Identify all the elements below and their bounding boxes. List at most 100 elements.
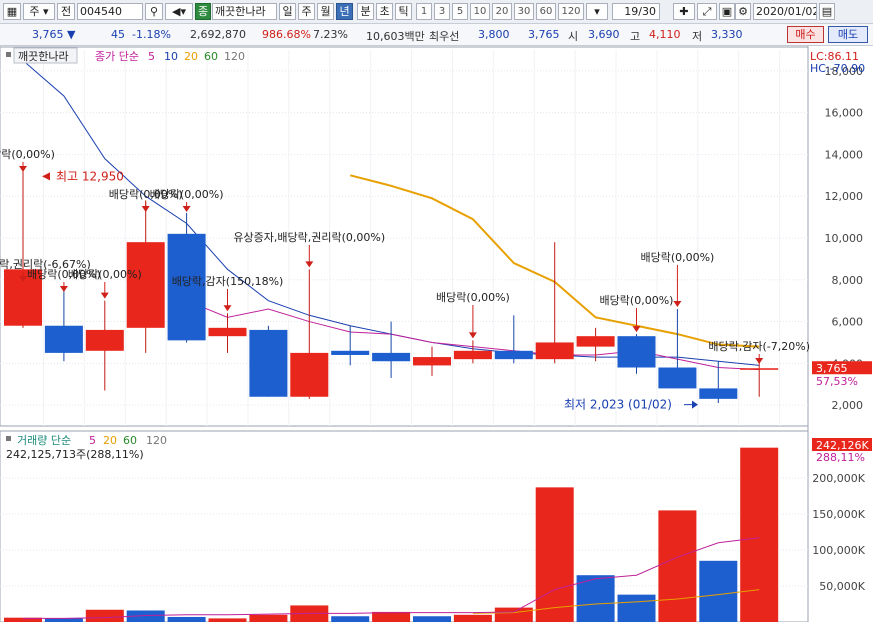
event-annotation: 배당락(0,00%) xyxy=(68,268,142,281)
sound-icon[interactable]: ◀▾ xyxy=(165,3,193,20)
best-quote-label: 최우선 xyxy=(429,30,460,43)
price-down-arrow-icon: ▼ xyxy=(67,28,76,41)
volume-bar xyxy=(167,616,206,622)
volume-bar xyxy=(617,594,656,622)
toolbar: ▦ 주 ▾ 전 004540 ⚲ ◀▾ 종 깨끗한나라 일 주 월 년 분 초 … xyxy=(0,0,873,24)
volume-legend-ma-5: 5 xyxy=(89,434,96,447)
period-minute[interactable]: 분 xyxy=(357,3,374,20)
volume-bar xyxy=(740,447,779,622)
event-annotation: 배당락,감자(-7,20%) xyxy=(708,340,810,353)
candle-body xyxy=(494,350,533,360)
event-annotation: 배당락,감자(150,18%) xyxy=(172,275,284,288)
interval-3[interactable]: 3 xyxy=(434,3,450,20)
volume-bar xyxy=(413,616,451,622)
interval-120[interactable]: 120 xyxy=(558,3,584,20)
legend-ma-60: 60 xyxy=(204,50,218,63)
current-price-tag: 3,765 xyxy=(816,362,848,375)
open-value: 3,690 xyxy=(588,28,620,41)
page-counter: 19/30 xyxy=(612,3,660,20)
drawing-tool-icon[interactable]: ⤢ xyxy=(697,3,717,20)
price-tick-label: 14,000 xyxy=(825,148,864,161)
interval-10[interactable]: 10 xyxy=(470,3,490,20)
candle-body xyxy=(208,327,247,337)
interval-5[interactable]: 5 xyxy=(452,3,468,20)
volume-legend-title: 거래량 단순 xyxy=(17,434,71,447)
period-month[interactable]: 월 xyxy=(317,3,334,20)
sell-button[interactable]: 매도 xyxy=(828,26,868,43)
legend-ma-5: 5 xyxy=(148,50,155,63)
period-week[interactable]: 주 xyxy=(298,3,315,20)
dropdown-icon[interactable]: ▾ xyxy=(586,3,608,20)
all-button[interactable]: 전 xyxy=(57,3,75,20)
candle-body xyxy=(126,242,165,328)
volume-legend-ma-60: 60 xyxy=(123,434,137,447)
crosshair-icon[interactable]: ✚ xyxy=(673,3,695,20)
volume: 2,692,870 xyxy=(190,28,246,41)
legend-stock-name: 깨끗한나라 xyxy=(18,50,69,63)
interval-60[interactable]: 60 xyxy=(536,3,556,20)
quote-bar: 3,765 ▼ 45 -1.18% 2,692,870 986.68% 7.23… xyxy=(0,24,873,46)
event-annotation: 배당락(0,00%) xyxy=(640,251,714,264)
legend-ma-20: 20 xyxy=(184,50,198,63)
period-tick[interactable]: 틱 xyxy=(395,3,412,20)
volume-current-pct: 288,11% xyxy=(816,451,865,464)
period-second[interactable]: 초 xyxy=(376,3,393,20)
candle-body xyxy=(453,350,492,360)
price-change-pct: -1.18% xyxy=(132,28,171,41)
interval-20[interactable]: 20 xyxy=(492,3,512,20)
event-annotation: 배당락(0,00%) xyxy=(436,291,510,304)
candle-body xyxy=(372,352,411,362)
volume-bar xyxy=(44,618,83,622)
candle-body xyxy=(44,325,83,353)
period-year[interactable]: 년 xyxy=(336,3,353,20)
legend-ma-label: 종가 단순 xyxy=(95,50,139,63)
volume-tick-label: 50,000K xyxy=(819,580,865,593)
price-change: 45 xyxy=(111,28,125,41)
candle-body xyxy=(535,342,574,360)
volume-tick-label: 200,000K xyxy=(812,472,865,485)
chart-menu-icon[interactable]: ▦ xyxy=(3,3,21,20)
candle-body xyxy=(740,368,779,370)
interval-1[interactable]: 1 xyxy=(416,3,432,20)
volume-tick-label: 150,000K xyxy=(812,508,865,521)
price-tick-label: 8,000 xyxy=(832,274,864,287)
volume-ratio: 986.68% xyxy=(262,28,311,41)
event-annotation: 유상증자,배당락,권리락(0,00%) xyxy=(233,231,385,244)
volume-bar xyxy=(658,510,697,622)
code-input[interactable]: 004540 xyxy=(77,3,143,20)
legend-square xyxy=(6,52,11,57)
date-field[interactable]: 2020/01/02 xyxy=(753,3,817,20)
gear-icon[interactable]: ⚙ xyxy=(735,3,751,20)
candle-body xyxy=(699,388,738,399)
high-value: 4,110 xyxy=(649,28,681,41)
low-label: 저 xyxy=(692,30,703,43)
candle-body xyxy=(290,352,329,397)
volume-bar xyxy=(372,611,411,622)
price-tick-label: 12,000 xyxy=(825,190,864,203)
search-icon[interactable]: ⚲ xyxy=(145,3,163,20)
save-icon[interactable]: ▣ xyxy=(719,3,735,20)
best-ask: 3,800 xyxy=(478,28,510,41)
interval-30[interactable]: 30 xyxy=(514,3,534,20)
price-tick-label: 2,000 xyxy=(832,399,864,412)
stock-name-field[interactable]: 깨끗한나라 xyxy=(212,3,277,20)
turnover-pct: 7.23% xyxy=(313,28,348,41)
volume-tick-label: 100,000K xyxy=(812,544,865,557)
candle-body xyxy=(249,329,288,397)
event-annotation: 배당락(0,00%) xyxy=(600,294,674,307)
buy-button[interactable]: 매수 xyxy=(787,26,824,43)
price-tick-label: 10,000 xyxy=(825,232,864,245)
volume-bar xyxy=(249,614,288,622)
type-select[interactable]: 주 ▾ xyxy=(23,3,55,20)
current-pct-tag: 57,53% xyxy=(816,375,858,388)
hc-label: HC:-70.90 xyxy=(810,62,865,75)
high-label: 최고 12,950 xyxy=(56,169,124,183)
period-day[interactable]: 일 xyxy=(279,3,296,20)
calendar-icon[interactable]: ▤ xyxy=(819,3,835,20)
volume-bar xyxy=(699,560,738,622)
volume-legend-ma-120: 120 xyxy=(146,434,167,447)
current-price: 3,765 xyxy=(32,28,64,41)
candle-body xyxy=(617,336,656,368)
price-tick-label: 6,000 xyxy=(832,316,864,329)
stock-chart[interactable]: 2,0004,0006,0008,00010,00012,00014,00016… xyxy=(0,46,873,622)
